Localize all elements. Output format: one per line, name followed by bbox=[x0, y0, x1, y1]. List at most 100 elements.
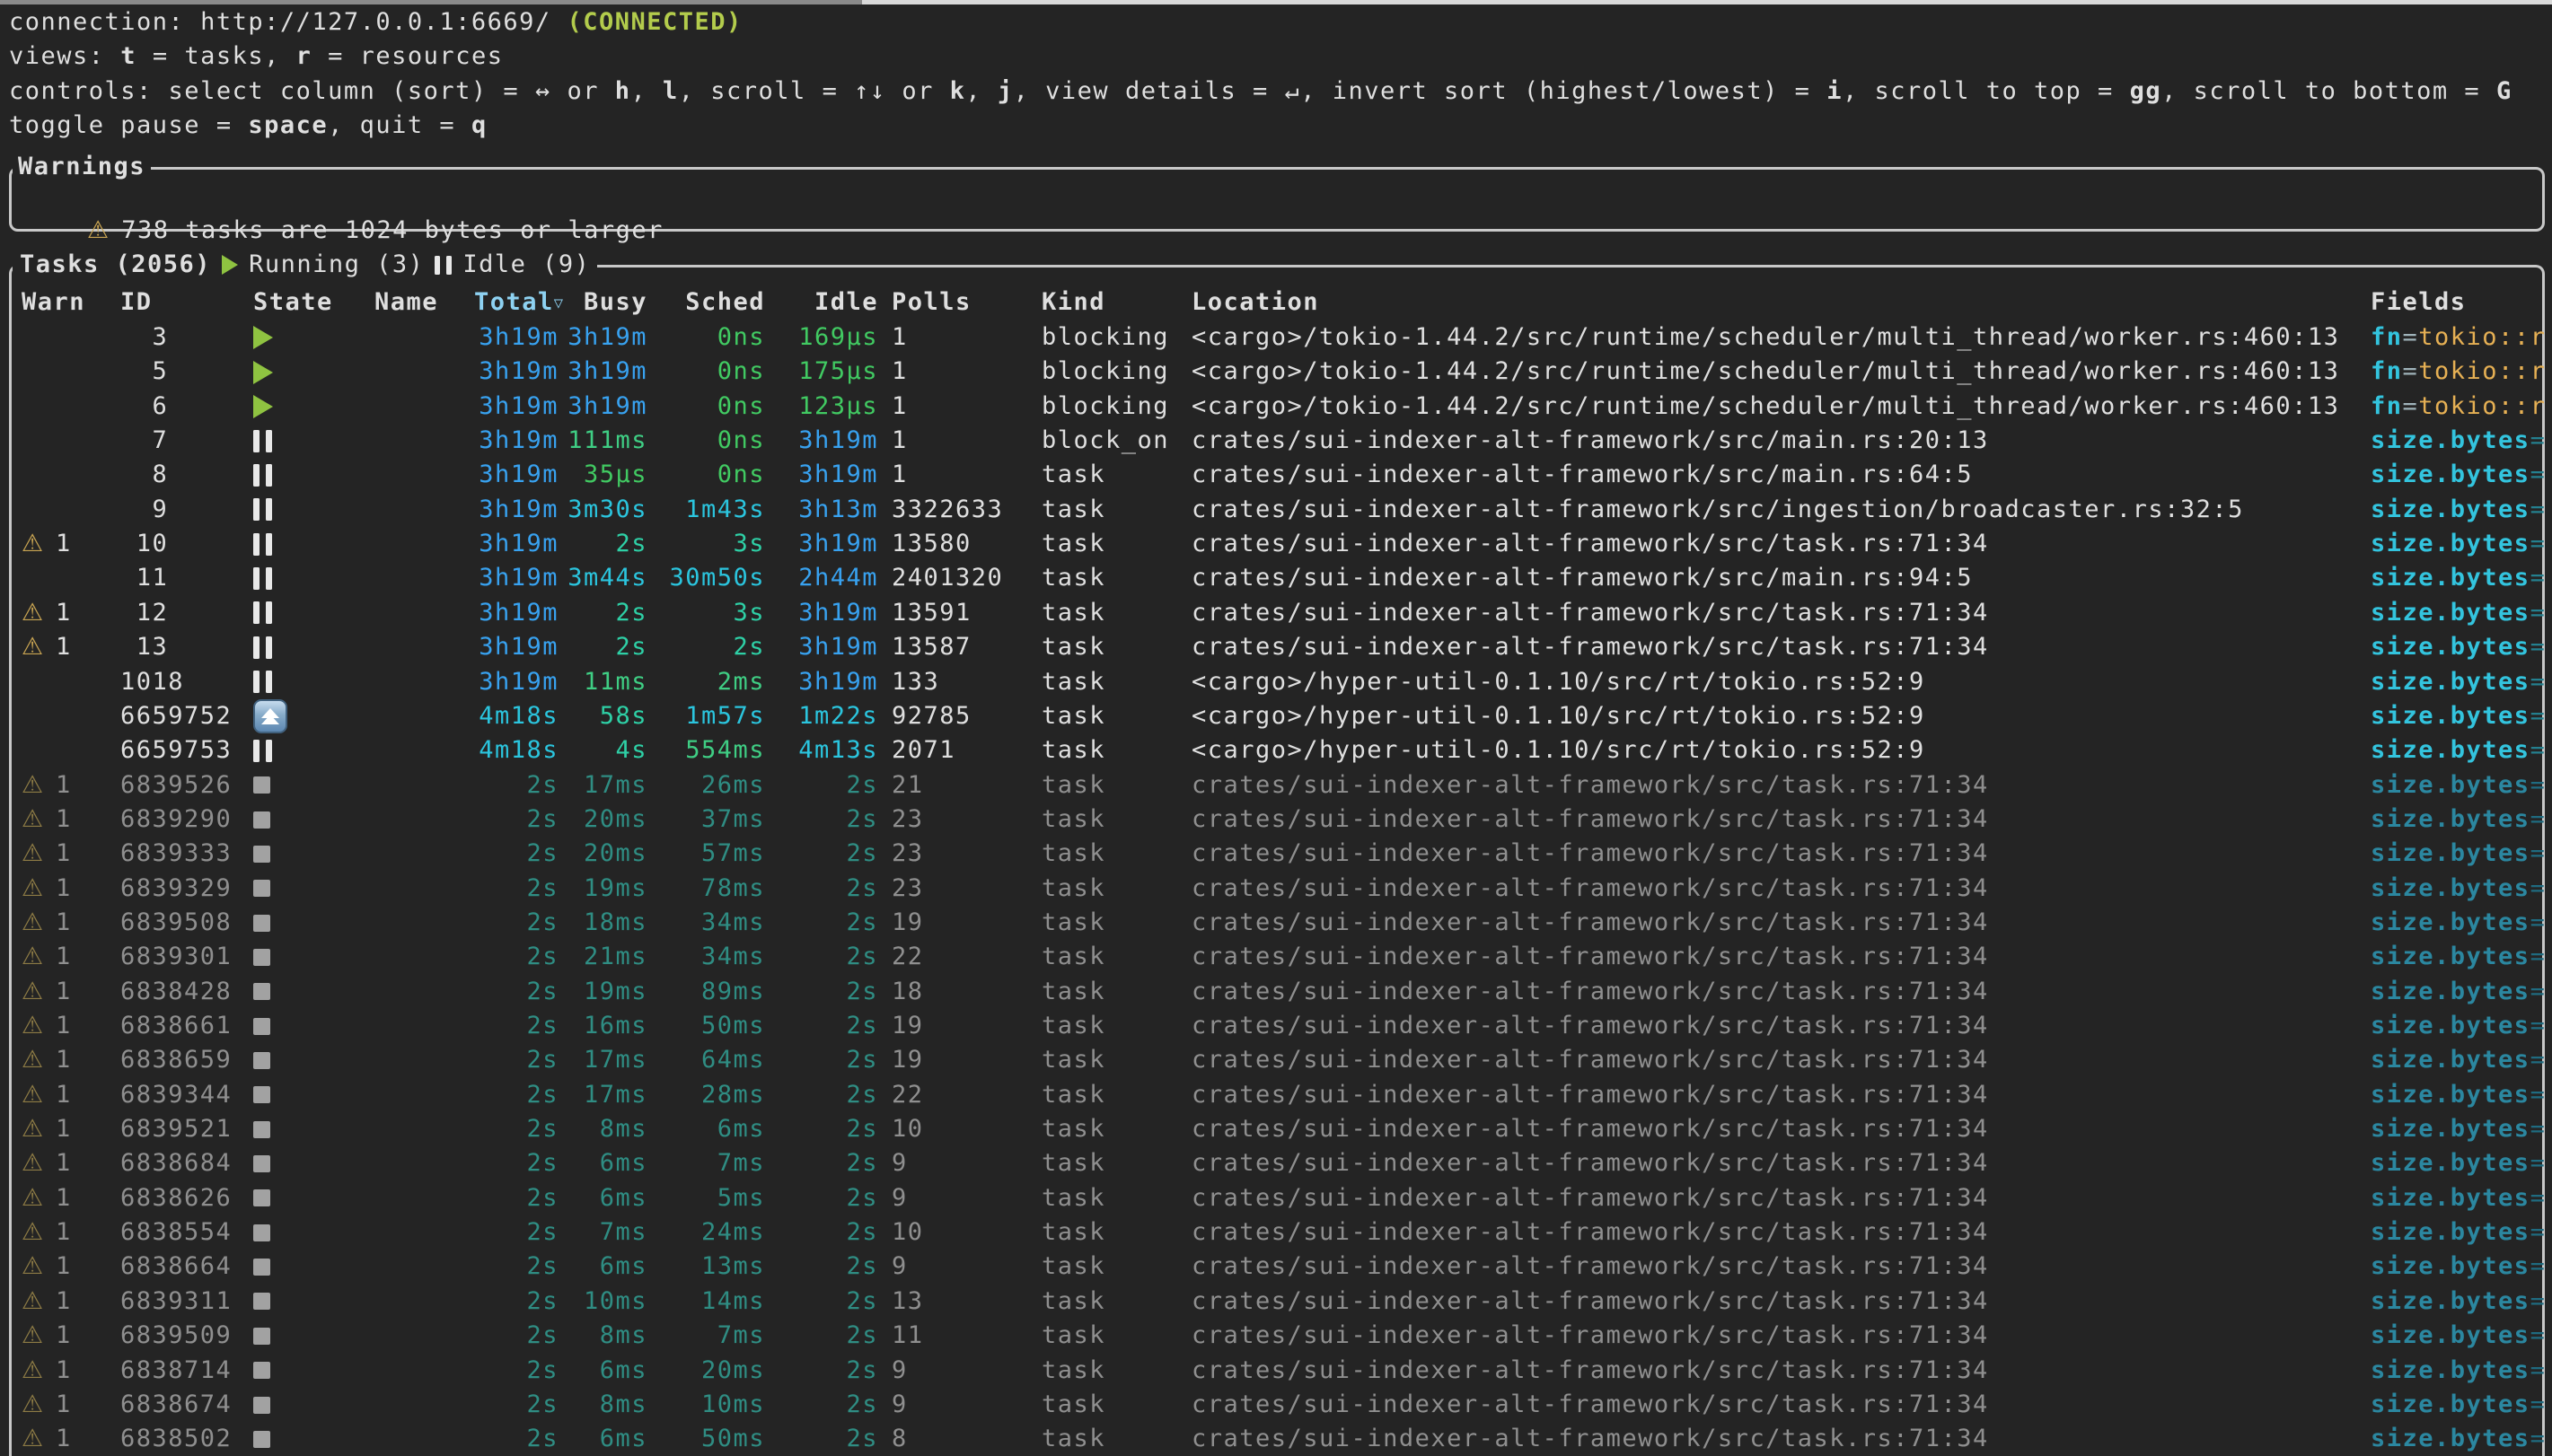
task-row[interactable]: 10183h19m11ms2ms3h19m133task<cargo>/hype… bbox=[0, 665, 2552, 699]
task-row[interactable]: ⚠168386642s6ms13ms2s9taskcrates/sui-inde… bbox=[0, 1250, 2552, 1284]
total-duration: 2s bbox=[474, 1043, 559, 1077]
column-header-id[interactable]: ID bbox=[120, 285, 237, 320]
column-header-idle[interactable]: Idle bbox=[796, 285, 878, 320]
total-duration: 3h19m bbox=[474, 630, 559, 664]
warning-icon: ⚠ bbox=[22, 874, 43, 902]
state-cell bbox=[253, 1112, 370, 1146]
task-row[interactable]: ⚠168387142s6ms20ms2s9taskcrates/sui-inde… bbox=[0, 1354, 2552, 1388]
column-header-total[interactable]: Total▽ bbox=[474, 285, 559, 320]
busy-duration: 19ms bbox=[559, 975, 647, 1009]
idle-duration: 2s bbox=[796, 1009, 878, 1043]
warn-count: 1 bbox=[56, 1422, 72, 1456]
task-row[interactable]: 63h19m3h19m0ns123µs1blocking<cargo>/toki… bbox=[0, 390, 2552, 424]
stopped-icon bbox=[253, 846, 270, 863]
task-row[interactable]: ⚠168385022s6ms50ms2s8taskcrates/sui-inde… bbox=[0, 1422, 2552, 1456]
window-top-edge bbox=[0, 0, 2552, 4]
task-row[interactable]: ⚠168395262s17ms26ms2s21taskcrates/sui-in… bbox=[0, 768, 2552, 803]
scheduled-icon bbox=[253, 699, 287, 733]
column-header-polls[interactable]: Polls bbox=[892, 285, 1035, 320]
warn-count: 1 bbox=[56, 1319, 72, 1353]
task-row[interactable]: ⚠168392902s20ms37ms2s23taskcrates/sui-in… bbox=[0, 803, 2552, 837]
task-row[interactable]: 53h19m3h19m0ns175µs1blocking<cargo>/toki… bbox=[0, 355, 2552, 389]
task-id: 6838428 bbox=[120, 975, 237, 1009]
task-row[interactable]: ⚠168386742s8ms10ms2s9taskcrates/sui-inde… bbox=[0, 1388, 2552, 1422]
stopped-icon bbox=[253, 1086, 270, 1103]
column-header-warn[interactable]: Warn bbox=[22, 285, 115, 320]
task-fields: size.bytes= bbox=[2371, 1181, 2552, 1215]
task-location: crates/sui-indexer-alt-framework/src/tas… bbox=[1192, 1215, 2371, 1250]
task-row[interactable]: 113h19m3m44s30m50s2h44m2401320taskcrates… bbox=[0, 561, 2552, 595]
column-header-location[interactable]: Location bbox=[1192, 285, 2371, 320]
task-row[interactable]: 73h19m111ms0ns3h19m1block_oncrates/sui-i… bbox=[0, 424, 2552, 458]
idle-duration: 175µs bbox=[796, 355, 878, 389]
polls-count: 13591 bbox=[892, 596, 1035, 630]
task-kind: task bbox=[1042, 872, 1181, 906]
task-location: <cargo>/hyper-util-0.1.10/src/rt/tokio.r… bbox=[1192, 733, 2371, 767]
busy-duration: 19ms bbox=[559, 872, 647, 906]
task-fields: size.bytes= bbox=[2371, 1388, 2552, 1422]
task-row[interactable]: 66597534m18s4s554ms4m13s2071task<cargo>/… bbox=[0, 733, 2552, 767]
task-kind: task bbox=[1042, 527, 1181, 561]
warn-cell bbox=[22, 493, 115, 527]
task-row[interactable]: ⚠168393112s10ms14ms2s13taskcrates/sui-in… bbox=[0, 1285, 2552, 1319]
column-header-kind[interactable]: Kind bbox=[1042, 285, 1181, 320]
task-row[interactable]: 83h19m35µs0ns3h19m1taskcrates/sui-indexe… bbox=[0, 458, 2552, 492]
total-duration: 2s bbox=[474, 1215, 559, 1250]
warn-cell: ⚠1 bbox=[22, 1078, 115, 1112]
task-row[interactable]: ⚠168393012s21ms34ms2s22taskcrates/sui-in… bbox=[0, 940, 2552, 974]
column-header-busy[interactable]: Busy bbox=[559, 285, 647, 320]
task-row[interactable]: 93h19m3m30s1m43s3h13m3322633taskcrates/s… bbox=[0, 493, 2552, 527]
sched-duration: 30m50s bbox=[649, 561, 765, 595]
column-header-sched[interactable]: Sched bbox=[649, 285, 765, 320]
task-row[interactable]: ⚠168395092s8ms7ms2s11taskcrates/sui-inde… bbox=[0, 1319, 2552, 1353]
task-row[interactable]: ⚠168395212s8ms6ms2s10taskcrates/sui-inde… bbox=[0, 1112, 2552, 1146]
warn-cell bbox=[22, 561, 115, 595]
warning-text: 738 tasks are 1024 bytes or larger bbox=[121, 216, 664, 244]
task-row[interactable]: ⚠168386262s6ms5ms2s9taskcrates/sui-index… bbox=[0, 1181, 2552, 1215]
warn-count: 1 bbox=[56, 596, 72, 630]
task-location: crates/sui-indexer-alt-framework/src/tas… bbox=[1192, 1009, 2371, 1043]
warn-cell: ⚠1 bbox=[22, 1215, 115, 1250]
task-kind: task bbox=[1042, 1388, 1181, 1422]
task-row[interactable]: ⚠168393292s19ms78ms2s23taskcrates/sui-in… bbox=[0, 872, 2552, 906]
pause-icon bbox=[253, 740, 272, 762]
task-row[interactable]: ⚠168386842s6ms7ms2s9taskcrates/sui-index… bbox=[0, 1146, 2552, 1180]
warn-cell: ⚠1 bbox=[22, 527, 115, 561]
total-duration: 3h19m bbox=[474, 320, 559, 355]
total-duration: 2s bbox=[474, 1009, 559, 1043]
sched-duration: 5ms bbox=[649, 1181, 765, 1215]
task-fields: fn=tokio::r bbox=[2371, 355, 2552, 389]
task-row[interactable]: ⚠1 103h19m2s3s3h19m13580taskcrates/sui-i… bbox=[0, 527, 2552, 561]
task-kind: task bbox=[1042, 1181, 1181, 1215]
warn-count: 1 bbox=[56, 1043, 72, 1077]
task-row[interactable]: ⚠168393442s17ms28ms2s22taskcrates/sui-in… bbox=[0, 1078, 2552, 1112]
warn-cell: ⚠1 bbox=[22, 1146, 115, 1180]
column-header-state[interactable]: State bbox=[253, 285, 370, 320]
task-id: 6839509 bbox=[120, 1319, 237, 1353]
task-row[interactable]: 66597524m18s58s1m57s1m22s92785task<cargo… bbox=[0, 699, 2552, 733]
warn-cell: ⚠1 bbox=[22, 768, 115, 803]
state-cell bbox=[253, 1250, 370, 1284]
idle-duration: 2s bbox=[796, 837, 878, 871]
task-row[interactable]: ⚠168386612s16ms50ms2s19taskcrates/sui-in… bbox=[0, 1009, 2552, 1043]
idle-duration: 3h19m bbox=[796, 630, 878, 664]
column-header-name[interactable]: Name bbox=[374, 285, 452, 320]
warning-icon: ⚠ bbox=[22, 1356, 43, 1384]
column-header-fields[interactable]: Fields bbox=[2371, 285, 2552, 320]
task-row[interactable]: 33h19m3h19m0ns169µs1blocking<cargo>/toki… bbox=[0, 320, 2552, 355]
task-row[interactable]: ⚠168395082s18ms34ms2s19taskcrates/sui-in… bbox=[0, 906, 2552, 940]
task-row[interactable]: ⚠168386592s17ms64ms2s19taskcrates/sui-in… bbox=[0, 1043, 2552, 1077]
task-row[interactable]: ⚠1 133h19m2s2s3h19m13587taskcrates/sui-i… bbox=[0, 630, 2552, 664]
task-location: crates/sui-indexer-alt-framework/src/tas… bbox=[1192, 527, 2371, 561]
task-row[interactable]: ⚠168385542s7ms24ms2s10taskcrates/sui-ind… bbox=[0, 1215, 2552, 1250]
task-fields: size.bytes= bbox=[2371, 493, 2552, 527]
task-row[interactable]: ⚠168393332s20ms57ms2s23taskcrates/sui-in… bbox=[0, 837, 2552, 871]
total-duration: 3h19m bbox=[474, 493, 559, 527]
task-row[interactable]: ⚠1 123h19m2s3s3h19m13591taskcrates/sui-i… bbox=[0, 596, 2552, 630]
busy-duration: 20ms bbox=[559, 837, 647, 871]
task-row[interactable]: ⚠168384282s19ms89ms2s18taskcrates/sui-in… bbox=[0, 975, 2552, 1009]
task-kind: task bbox=[1042, 906, 1181, 940]
busy-duration: 18ms bbox=[559, 906, 647, 940]
warning-icon: ⚠ bbox=[22, 1390, 43, 1418]
total-duration: 2s bbox=[474, 1181, 559, 1215]
